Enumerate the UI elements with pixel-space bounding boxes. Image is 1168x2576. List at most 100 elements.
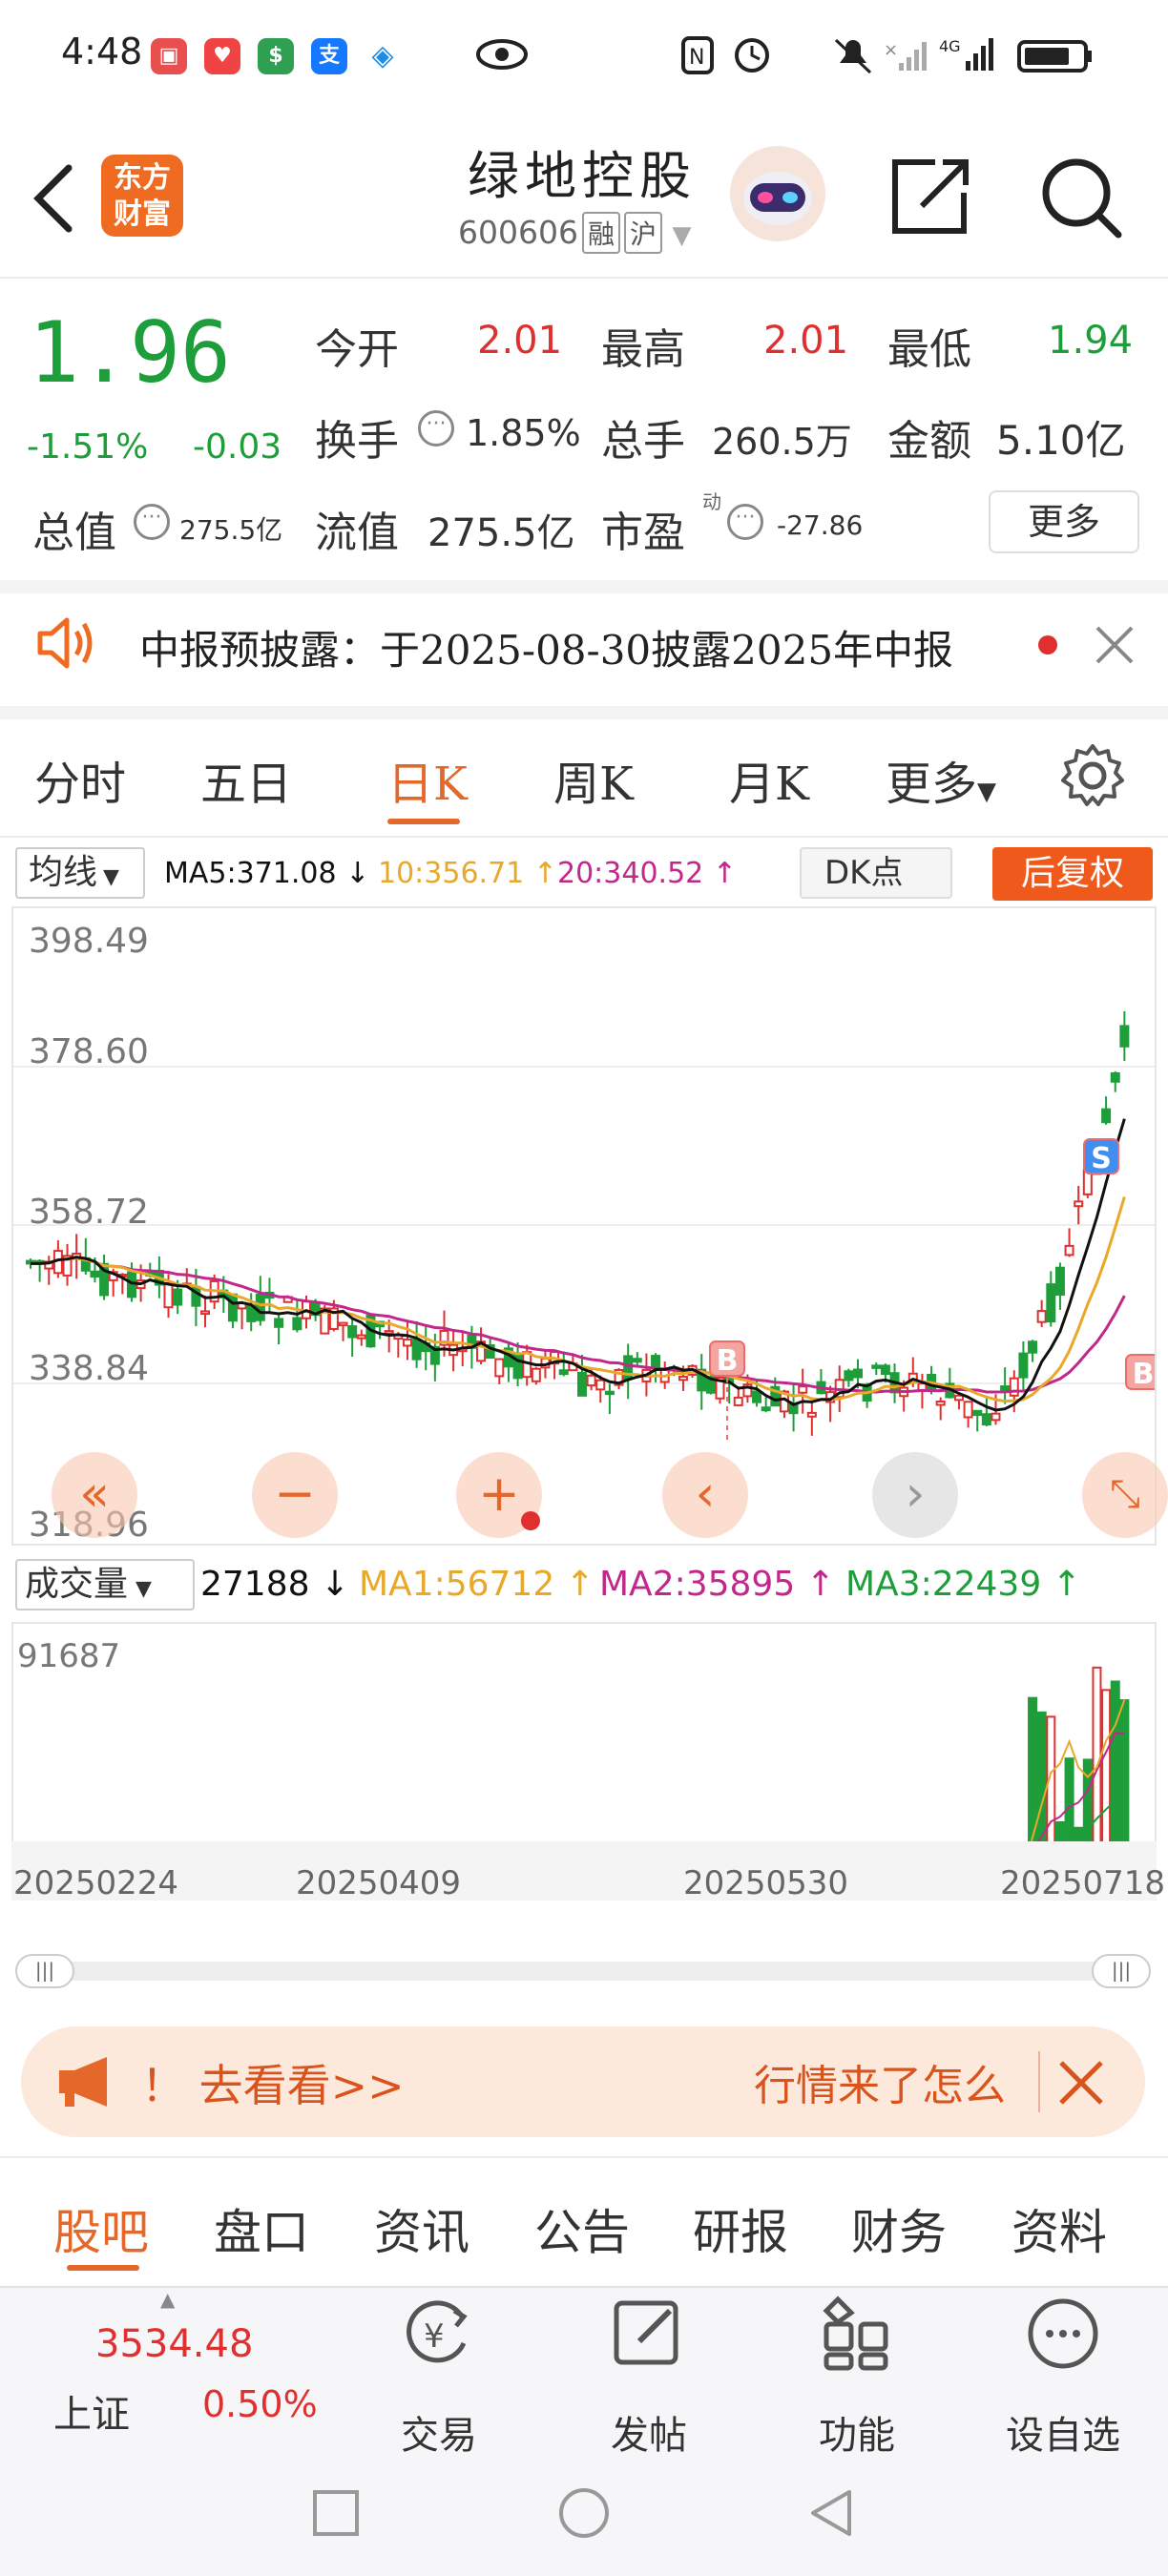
candle-body [853,1368,863,1379]
recents-icon[interactable] [307,2484,365,2542]
vol-ma3-value: MA3:22439 [845,1565,1042,1604]
tab-daily-k[interactable]: 日K [387,746,468,813]
ma5-value: MA5:371.08 [164,857,337,890]
candle-body [1000,1385,1011,1391]
candle-body [678,1376,688,1381]
candle-body [972,1409,983,1417]
status-icons: N × 4G [681,36,1092,74]
high-label: 最高 [601,325,685,374]
add-watchlist-icon[interactable] [1025,2296,1101,2372]
close-icon[interactable] [1094,624,1136,666]
sell-marker: S [1091,1142,1112,1175]
speaker-icon [37,617,93,669]
back-nav-icon[interactable] [803,2484,861,2542]
candle-body [200,1310,211,1316]
logo-text-2: 财富 [114,197,171,231]
more-dots-icon[interactable]: ··· [134,504,170,540]
eye-icon [476,39,528,70]
vol-readout: 27188 ↓ [200,1565,350,1604]
candle-body [292,1317,302,1331]
logo-text-1: 东方 [114,161,171,195]
zoom-out-button[interactable]: − [252,1452,338,1538]
candle-body [558,1369,569,1376]
svg-text:4G: 4G [939,37,961,55]
share-icon[interactable] [889,155,975,237]
float-label: 流值 [315,509,399,557]
step-left-icon[interactable]: ‹ [662,1452,748,1538]
turnover-value: 1.85% [466,412,581,454]
tab-more[interactable]: 更多▼ [886,746,996,813]
range-handle-right[interactable]: ||| [1092,1954,1151,1988]
step-right-icon[interactable]: › [872,1452,958,1538]
notice-text[interactable]: 中报预披露：于2025-08-30披露2025年中报 [139,618,953,676]
date-label: 20250718 [1000,1864,1166,1902]
index-value[interactable]: 3534.48 [95,2322,253,2366]
dk-point-selector[interactable]: DK点 [800,847,952,899]
candle-body [90,1270,100,1278]
caret-down-icon: ▼ [136,1577,152,1601]
close-icon[interactable] [1057,2059,1105,2107]
candle-body [356,1334,366,1340]
tab-monthly-k[interactable]: 月K [729,746,809,813]
change-percent: -1.51% [27,427,149,467]
more-button[interactable]: 更多 [989,490,1139,553]
tab-more-label: 更多 [886,758,978,811]
trade-icon[interactable]: ¥ [401,2296,477,2372]
tab-five-day[interactable]: 五日 [200,746,292,813]
more-dots-icon[interactable]: ··· [418,410,454,447]
status-bar: 4:48 ▣ ♥ $ 支 ◈ N × 4G [0,0,1168,114]
ma-selector[interactable]: 均线 ▼ [15,847,145,899]
adjustment-button[interactable]: 后复权 [992,847,1153,901]
range-slider-track[interactable] [19,1962,1149,1981]
tab-research[interactable]: 研报 [693,2194,788,2263]
candle-body [632,1358,642,1363]
tab-pankou[interactable]: 盘口 [214,2194,309,2263]
search-icon[interactable] [1038,155,1124,240]
ad-text[interactable]: ！ 去看看>> [141,2051,405,2114]
tab-news[interactable]: 资讯 [374,2194,469,2263]
function-icon[interactable] [819,2296,895,2372]
back-icon[interactable] [29,162,76,235]
candle-body [935,1400,946,1406]
tab-finance[interactable]: 财务 [851,2194,947,2263]
index-name[interactable]: 上证 [53,2383,130,2439]
robot-assistant-icon[interactable] [727,143,828,244]
caret-up-icon: ▲ [160,2288,176,2311]
gear-icon[interactable] [1059,742,1126,809]
home-icon[interactable] [555,2484,613,2542]
tab-announcements[interactable]: 公告 [534,2194,630,2263]
ma20-readout: 20:340.52 ↑ [557,857,737,890]
candle-body [384,1330,394,1335]
fullscreen-icon[interactable]: ⤡ [1082,1452,1168,1538]
caret-down-icon: ▼ [103,865,119,889]
svg-text:N: N [689,46,704,70]
date-label: 20250409 [296,1864,462,1902]
candle-body [1018,1352,1029,1379]
tab-intraday[interactable]: 分时 [34,746,126,813]
candle-body [402,1338,412,1347]
candle-body [338,1321,348,1327]
kline-chart[interactable]: BSB 398.49 378.60 358.72 338.84 318.96 «… [11,906,1168,1546]
candle-body [871,1364,882,1369]
scroll-left-icon[interactable]: « [52,1452,137,1538]
post-icon[interactable] [611,2296,687,2372]
range-handle-left[interactable]: ||| [15,1954,74,1988]
vol-ma2-value: MA2:35895 [599,1565,796,1604]
unread-dot [1038,635,1057,654]
candle-body [1028,1340,1038,1354]
stock-code-row[interactable]: 600606 融沪 ▼ [458,212,692,254]
ma5-line [30,1118,1126,1412]
ad-scroll-text[interactable]: 行情来了怎么 [754,2051,1021,2112]
volume-selector[interactable]: 成交量 ▼ [15,1559,195,1610]
tab-guba[interactable]: 股吧 [53,2194,149,2263]
ad-divider [1038,2051,1040,2112]
ma10-value: 10:356.71 [378,857,525,890]
index-change[interactable]: 0.50% [202,2383,318,2425]
tab-weekly-k[interactable]: 周K [553,746,634,813]
candle-body [586,1374,596,1387]
tab-profile[interactable]: 资料 [1012,2194,1107,2263]
vol-ma3-readout: MA3:22439 ↑ [845,1565,1081,1604]
more-dots-icon[interactable]: ··· [727,504,763,540]
candle-body [752,1390,762,1403]
amount-label: 金额 [887,417,971,466]
